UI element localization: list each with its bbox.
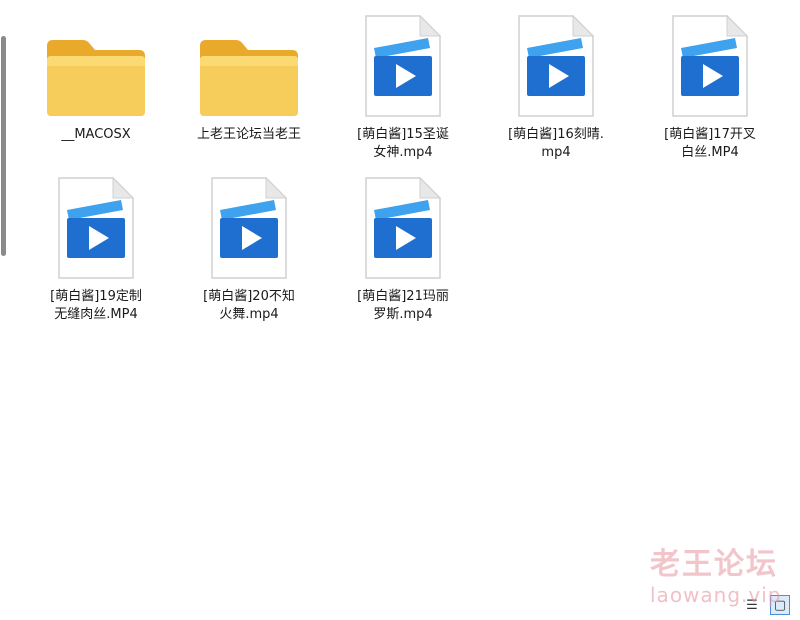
folder-icon [30,6,162,118]
file-name: [萌白酱]17开叉白丝.MP4 [664,127,756,160]
file-name: [萌白酱]19定制无缝肉丝.MP4 [50,289,142,322]
video-file-icon [644,6,776,118]
video-file-icon [183,168,315,280]
file-item-folder[interactable]: __MACOSX [30,6,162,144]
file-name: 上老王论坛当老王 [197,127,302,142]
video-file-icon [337,6,469,118]
file-item-video[interactable]: [萌白酱]17开叉白丝.MP4 [644,6,776,162]
file-item-video[interactable]: [萌白酱]20不知火舞.mp4 [183,168,315,324]
file-name: __MACOSX [61,127,131,142]
file-item-video[interactable]: [萌白酱]15圣诞女神.mp4 [337,6,469,162]
list-view-icon[interactable]: ☰ [742,595,762,615]
file-name: [萌白酱]21玛丽罗斯.mp4 [357,289,449,322]
file-item-folder[interactable]: 上老王论坛当老王 [183,6,315,144]
file-item-video[interactable]: [萌白酱]19定制无缝肉丝.MP4 [30,168,162,324]
folder-icon [183,6,315,118]
file-name: [萌白酱]16刻晴.mp4 [508,127,604,160]
file-item-video[interactable]: [萌白酱]21玛丽罗斯.mp4 [337,168,469,324]
file-name: [萌白酱]15圣诞女神.mp4 [357,127,449,160]
video-file-icon [337,168,469,280]
file-grid: __MACOSX 上老王论坛当老王 [萌白酱]15圣诞女神.mp4 [萌白酱]1… [0,0,800,590]
file-item-video[interactable]: [萌白酱]16刻晴.mp4 [490,6,622,162]
video-file-icon [30,168,162,280]
file-name: [萌白酱]20不知火舞.mp4 [203,289,295,322]
video-file-icon [490,6,622,118]
large-icons-view-icon[interactable]: ▢ [770,595,790,615]
status-bar [0,590,800,620]
